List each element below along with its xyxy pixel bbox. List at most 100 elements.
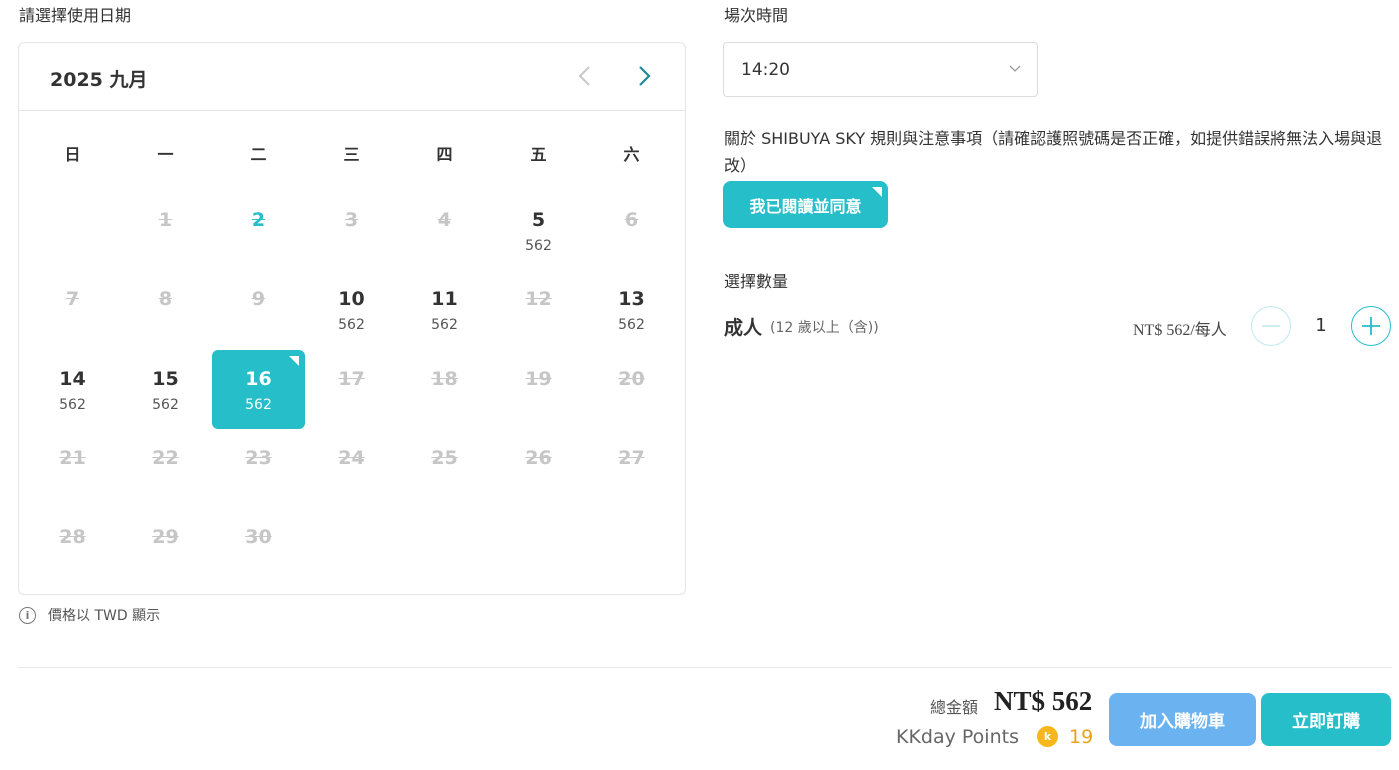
calendar-day-2: 2 (212, 191, 305, 270)
kkday-points-label: KKday Points (896, 726, 1019, 748)
calendar-day-10[interactable]: 10 562 (305, 270, 398, 349)
calendar-day-11[interactable]: 11 562 (398, 270, 491, 349)
date-section-label: 請選擇使用日期 (19, 6, 132, 25)
calendar-day-1: 1 (119, 191, 212, 270)
day-number: 25 (431, 447, 458, 469)
calendar-day-22: 22 (119, 429, 212, 508)
day-number: 13 (618, 288, 645, 310)
weekday-sun: 日 (64, 145, 81, 164)
calendar-day-21: 21 (26, 429, 119, 508)
calendar-day-5[interactable]: 5 562 (492, 191, 585, 270)
calendar-day-28: 28 (26, 508, 119, 587)
price-currency-note: i 價格以 TWD 顯示 (19, 605, 160, 625)
price-currency-text: 價格以 TWD 顯示 (48, 608, 161, 624)
day-number: 22 (152, 447, 179, 469)
day-number: 23 (245, 447, 272, 469)
calendar-day-25: 25 (398, 429, 491, 508)
calendar-day-14[interactable]: 14 562 (26, 350, 119, 429)
calendar-day-8: 8 (119, 270, 212, 349)
calendar-day-19: 19 (492, 350, 585, 429)
day-number: 24 (338, 447, 365, 469)
calendar-header: 2025 九月 (19, 43, 685, 111)
weekday-tue: 二 (250, 145, 267, 164)
day-number: 29 (152, 526, 179, 548)
day-price: 562 (618, 317, 645, 333)
quantity-section-label: 選擇數量 (724, 272, 789, 291)
time-section-label: 場次時間 (724, 6, 789, 25)
day-price: 562 (525, 238, 552, 254)
date-calendar: 2025 九月 日 一 二 三 四 五 六 1 2 3 4 5 562 6 7 8 9 10 562 1… (18, 42, 686, 595)
adult-quantity-row: 成人 (12 歲以上（含)) NT$ 562/每人 1 (724, 305, 1392, 347)
weekday-fri: 五 (530, 145, 547, 164)
calendar-day-29: 29 (119, 508, 212, 587)
day-number: 14 (59, 368, 86, 390)
calendar-day-23: 23 (212, 429, 305, 508)
plus-icon (1362, 317, 1380, 335)
calendar-day-26: 26 (492, 429, 585, 508)
increase-quantity-button[interactable] (1351, 306, 1391, 346)
day-number: 1 (158, 209, 173, 231)
day-number: 7 (65, 288, 80, 310)
day-number: 27 (618, 447, 645, 469)
booking-panel: 請選擇使用日期 2025 九月 日 一 二 三 四 五 六 12345562 6… (0, 0, 1399, 770)
total-amount-value: NT$ 562 (994, 686, 1093, 716)
weekday-sat: 六 (623, 145, 640, 164)
calendar-day-3: 3 (305, 191, 398, 270)
calendar-day-24: 24 (305, 429, 398, 508)
calendar-day-13[interactable]: 13 562 (585, 270, 678, 349)
day-price: 562 (152, 397, 179, 413)
unit-price: NT$ 562/每人 (1133, 322, 1227, 339)
chevron-right-icon (639, 66, 651, 86)
day-number: 20 (618, 368, 645, 390)
calendar-day-7: 7 (26, 270, 119, 349)
kkday-points-value: 19 (1069, 726, 1094, 748)
calendar-day-12: 12 (492, 270, 585, 349)
minus-icon (1262, 325, 1280, 327)
chevron-down-icon (1009, 65, 1021, 72)
add-to-cart-button[interactable]: 加入購物車 (1109, 693, 1256, 746)
day-number: 2 (251, 209, 266, 231)
calendar-day-30: 30 (212, 508, 305, 587)
selected-time-value: 14:20 (741, 60, 790, 80)
ticket-age-range: (12 歲以上（含)) (770, 320, 879, 336)
selected-corner-flag (872, 187, 882, 197)
prev-month-button[interactable] (569, 61, 599, 91)
day-number: 9 (251, 288, 266, 310)
day-number: 30 (245, 526, 272, 548)
day-number: 12 (525, 288, 552, 310)
day-price: 562 (59, 397, 86, 413)
weekday-thu: 四 (436, 145, 453, 164)
calendar-day-9: 9 (212, 270, 305, 349)
agree-rules-button[interactable]: 我已閱讀並同意 (723, 181, 888, 228)
calendar-month-title: 2025 九月 (50, 69, 148, 91)
time-slot-select[interactable]: 14:20 (723, 42, 1038, 97)
calendar-day-6: 6 (585, 191, 678, 270)
day-price: 562 (338, 317, 365, 333)
calendar-day-16[interactable]: 16 562 (212, 350, 305, 429)
agree-rules-label: 我已閱讀並同意 (749, 196, 862, 216)
day-number: 19 (525, 368, 552, 390)
selected-corner-flag (289, 356, 299, 366)
calendar-day-18: 18 (398, 350, 491, 429)
day-number: 4 (437, 209, 452, 231)
day-number: 17 (338, 368, 365, 390)
rules-notice-link[interactable]: 關於 SHIBUYA SKY 規則與注意事項（請確認護照號碼是否正確，如提供錯誤… (724, 125, 1394, 179)
calendar-day-15[interactable]: 15 562 (119, 350, 212, 429)
ticket-type-name: 成人 (724, 317, 763, 339)
day-number: 28 (59, 526, 86, 548)
day-number: 11 (431, 288, 458, 310)
total-amount-label: 總金額 (930, 698, 979, 717)
day-number: 18 (431, 368, 458, 390)
book-now-button[interactable]: 立即訂購 (1261, 693, 1391, 746)
calendar-day-4: 4 (398, 191, 491, 270)
calendar-day-20: 20 (585, 350, 678, 429)
footer-divider (18, 667, 1392, 668)
chevron-left-icon (578, 66, 590, 86)
day-number: 21 (59, 447, 86, 469)
next-month-button[interactable] (630, 61, 660, 91)
day-number: 15 (152, 368, 179, 390)
decrease-quantity-button[interactable] (1251, 306, 1291, 346)
day-number: 3 (344, 209, 359, 231)
day-number: 5 (531, 209, 546, 231)
calendar-day-27: 27 (585, 429, 678, 508)
